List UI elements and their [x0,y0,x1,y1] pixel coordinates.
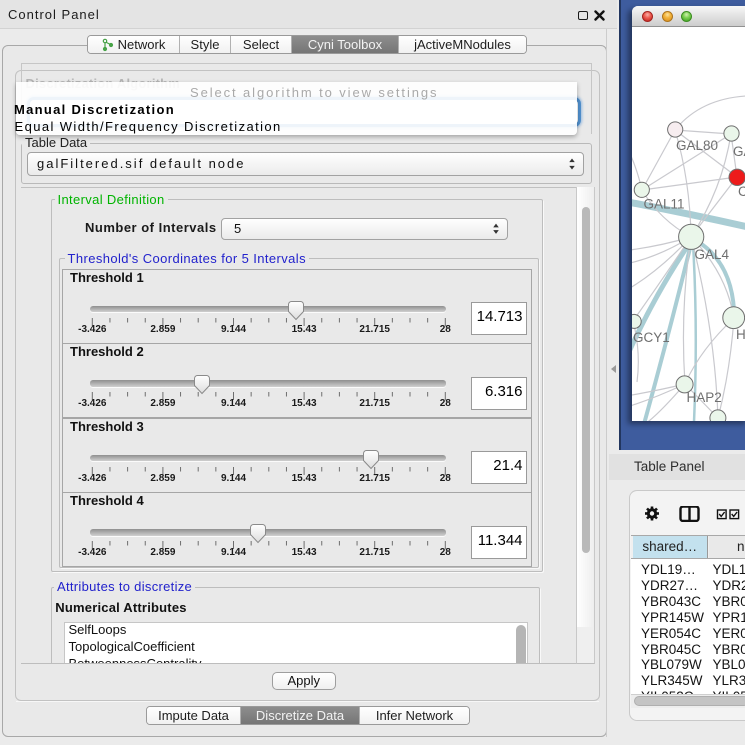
svg-text:GAL7: GAL7 [733,144,745,159]
svg-text:GAL80: GAL80 [676,138,718,153]
svg-text:HAP2: HAP2 [687,390,722,405]
svg-text:HAP1: HAP1 [736,327,745,342]
svg-text:GAL4: GAL4 [695,247,730,262]
svg-text:CYC8: CYC8 [738,184,745,199]
svg-text:GAL11: GAL11 [644,197,685,212]
svg-text:GCY1: GCY1 [633,330,670,345]
